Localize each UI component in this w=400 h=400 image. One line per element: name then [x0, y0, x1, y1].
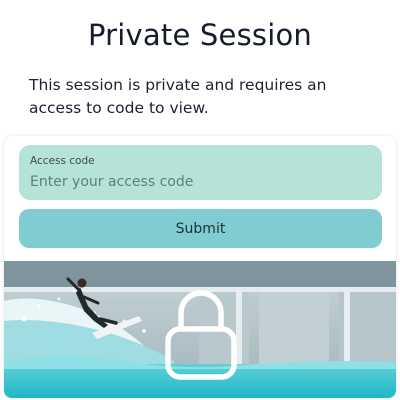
- session-preview-image: [4, 261, 396, 398]
- submit-button[interactable]: Submit: [19, 209, 382, 248]
- page-description: This session is private and requires an …: [29, 76, 327, 117]
- access-card: Access code Submit: [4, 136, 396, 398]
- access-code-input[interactable]: [30, 171, 360, 193]
- lock-icon: [165, 290, 237, 380]
- page-title: Private Session: [88, 18, 312, 52]
- access-code-label: Access code: [30, 155, 95, 167]
- access-code-field[interactable]: Access code: [19, 145, 382, 200]
